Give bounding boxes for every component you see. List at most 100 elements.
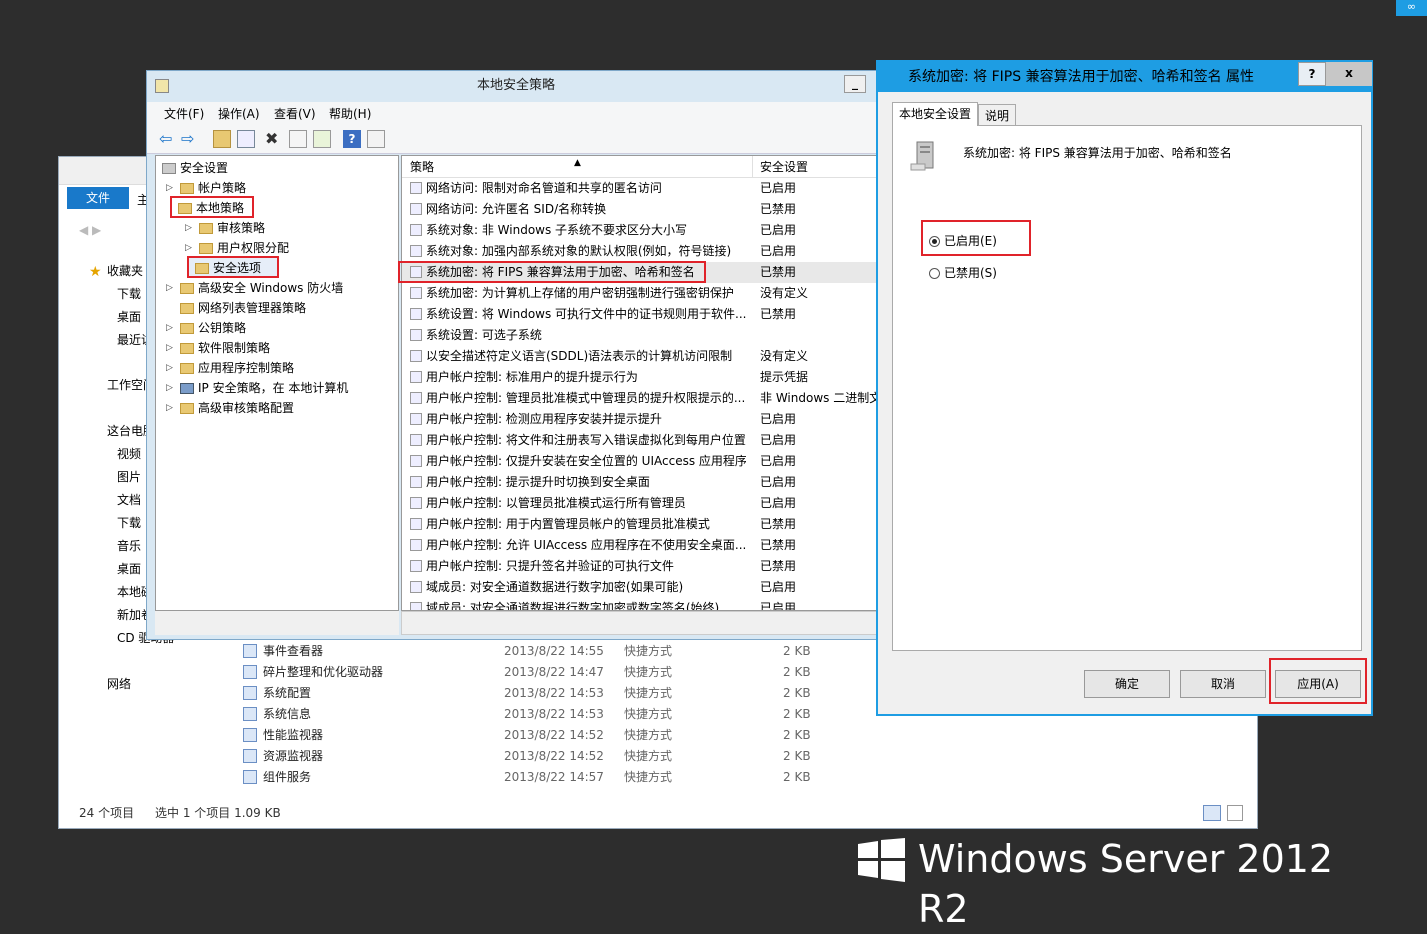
nav-item-pictures[interactable]: 图片 bbox=[117, 466, 141, 488]
policy-row[interactable]: 系统对象: 非 Windows 子系统不要求区分大小写 已启用 bbox=[402, 220, 876, 241]
nav-item-videos[interactable]: 视频 bbox=[117, 443, 141, 465]
tree-node-network-list[interactable]: 网络列表管理器策略 bbox=[180, 298, 306, 318]
policy-row[interactable]: 用户帐户控制: 以管理员批准模式运行所有管理员 已启用 bbox=[402, 493, 876, 514]
file-row[interactable]: 碎片整理和优化驱动器 2013/8/22 14:47 快捷方式 2 KB bbox=[241, 662, 941, 683]
tree-node-local-policies[interactable]: 本地策略 bbox=[170, 196, 255, 218]
mmc-icon[interactable] bbox=[367, 130, 385, 148]
file-type: 快捷方式 bbox=[624, 749, 673, 763]
expand-arrow-icon[interactable]: ▷ bbox=[166, 338, 173, 358]
file-row[interactable]: 资源监视器 2013/8/22 14:52 快捷方式 2 KB bbox=[241, 746, 941, 767]
back-icon[interactable]: ⇦ bbox=[159, 130, 177, 148]
help-icon[interactable]: ? bbox=[343, 130, 361, 148]
policy-row[interactable]: 系统对象: 加强内部系统对象的默认权限(例如，符号链接) 已启用 bbox=[402, 241, 876, 262]
tiles-view-icon[interactable] bbox=[1227, 805, 1243, 821]
menu-action[interactable]: 操作(A) bbox=[218, 105, 260, 122]
file-row[interactable]: 事件查看器 2013/8/22 14:55 快捷方式 2 KB bbox=[241, 641, 941, 662]
cancel-button[interactable]: 取消 bbox=[1180, 670, 1266, 698]
nav-item-desktop2[interactable]: 桌面 bbox=[117, 558, 141, 580]
policy-row[interactable]: 以安全描述符定义语言(SDDL)语法表示的计算机访问限制 没有定义 bbox=[402, 346, 876, 367]
shortcut-icon bbox=[243, 728, 257, 742]
tree-node-firewall[interactable]: ▷ 高级安全 Windows 防火墙 bbox=[166, 278, 343, 298]
column-header-setting[interactable]: 安全设置 bbox=[760, 156, 808, 178]
policy-row[interactable]: 用户帐户控制: 检测应用程序安装并提示提升 已启用 bbox=[402, 409, 876, 430]
minimize-button[interactable]: _ bbox=[844, 75, 866, 93]
policy-row[interactable]: 用户帐户控制: 提示提升时切换到安全桌面 已启用 bbox=[402, 472, 876, 493]
nav-item-music[interactable]: 音乐 bbox=[117, 535, 141, 557]
expand-arrow-icon[interactable]: ▷ bbox=[166, 178, 173, 198]
ribbon-file-tab[interactable]: 文件 bbox=[67, 187, 129, 209]
policy-row[interactable]: 用户帐户控制: 允许 UIAccess 应用程序在不使用安全桌面... 已禁用 bbox=[402, 535, 876, 556]
policy-name: 系统对象: 加强内部系统对象的默认权限(例如，符号链接) bbox=[426, 244, 732, 258]
expand-arrow-icon[interactable]: ▷ bbox=[185, 218, 192, 238]
expand-arrow-icon[interactable]: ▷ bbox=[166, 398, 173, 418]
delete-icon[interactable]: ✖ bbox=[265, 130, 283, 148]
horizontal-scrollbar[interactable] bbox=[401, 611, 877, 635]
toolbar: ⇦ ⇨ ✖ ? bbox=[147, 124, 885, 154]
policy-row[interactable]: 用户帐户控制: 管理员批准模式中管理员的提升权限提示的... 非 Windows … bbox=[402, 388, 876, 409]
nav-item-network[interactable]: 网络 bbox=[107, 673, 131, 695]
expand-arrow-icon[interactable]: ▷ bbox=[166, 358, 173, 378]
policy-row[interactable]: 网络访问: 允许匿名 SID/名称转换 已禁用 bbox=[402, 199, 876, 220]
ok-button[interactable]: 确定 bbox=[1084, 670, 1170, 698]
nav-item-downloads2[interactable]: 下载 bbox=[117, 512, 141, 534]
nav-item-favorites[interactable]: ★ 收藏夹 bbox=[89, 260, 143, 282]
policy-row[interactable]: 域成员: 对安全通道数据进行数字加密或数字签名(始终) 已启用 bbox=[402, 598, 876, 610]
policy-icon bbox=[410, 602, 422, 610]
expand-arrow-icon[interactable]: ▷ bbox=[185, 238, 192, 258]
file-row[interactable]: 系统配置 2013/8/22 14:53 快捷方式 2 KB bbox=[241, 683, 941, 704]
tree-node-security-options[interactable]: 安全选项 bbox=[187, 256, 280, 278]
policy-icon bbox=[410, 392, 422, 404]
tree-node-software-restriction[interactable]: ▷ 软件限制策略 bbox=[166, 338, 271, 358]
policy-row[interactable]: 系统设置: 将 Windows 可执行文件中的证书规则用于软件... 已禁用 bbox=[402, 304, 876, 325]
nav-item-desktop[interactable]: 桌面 bbox=[117, 306, 141, 328]
file-row[interactable]: 性能监视器 2013/8/22 14:52 快捷方式 2 KB bbox=[241, 725, 941, 746]
tree-node-advanced-audit[interactable]: ▷ 高级审核策略配置 bbox=[166, 398, 294, 418]
up-folder-icon[interactable] bbox=[213, 130, 231, 148]
policy-row[interactable]: 系统加密: 为计算机上存储的用户密钥强制进行强密钥保护 没有定义 bbox=[402, 283, 876, 304]
tree-label: 软件限制策略 bbox=[198, 341, 271, 355]
policy-setting: 已启用 bbox=[760, 181, 797, 195]
menu-view[interactable]: 查看(V) bbox=[274, 105, 316, 122]
close-button[interactable]: x bbox=[1326, 62, 1372, 86]
policy-row[interactable]: 系统设置: 可选子系统 bbox=[402, 325, 876, 346]
details-view-icon[interactable] bbox=[1203, 805, 1221, 821]
policy-icon bbox=[410, 413, 422, 425]
column-header-policy[interactable]: 策略 bbox=[410, 156, 434, 178]
tree-node-security-settings[interactable]: 安全设置 bbox=[162, 158, 228, 178]
policy-row[interactable]: 用户帐户控制: 用于内置管理员帐户的管理员批准模式 已禁用 bbox=[402, 514, 876, 535]
show-hide-tree-icon[interactable] bbox=[237, 130, 255, 148]
tree-node-account-policies[interactable]: ▷ 帐户策略 bbox=[166, 178, 246, 198]
properties-icon[interactable] bbox=[289, 130, 307, 148]
expand-arrow-icon[interactable]: ▷ bbox=[166, 278, 173, 298]
radio-enabled[interactable]: 已启用(E) bbox=[929, 232, 997, 249]
tree-node-public-key[interactable]: ▷ 公钥策略 bbox=[166, 318, 246, 338]
radio-disabled[interactable]: 已禁用(S) bbox=[929, 264, 997, 281]
nav-item-documents[interactable]: 文档 bbox=[117, 489, 141, 511]
tab-local-security-setting[interactable]: 本地安全设置 bbox=[892, 102, 979, 126]
dialog-panel: 系统加密: 将 FIPS 兼容算法用于加密、哈希和签名 已启用(E) 已禁用(S… bbox=[892, 125, 1362, 651]
file-row[interactable]: 系统信息 2013/8/22 14:53 快捷方式 2 KB bbox=[241, 704, 941, 725]
file-size: 2 KB bbox=[783, 749, 811, 763]
export-list-icon[interactable] bbox=[313, 130, 331, 148]
expand-arrow-icon[interactable]: ▷ bbox=[166, 318, 173, 338]
folder-icon bbox=[180, 403, 194, 414]
tree-node-app-control[interactable]: ▷ 应用程序控制策略 bbox=[166, 358, 294, 378]
help-button[interactable]: ? bbox=[1298, 62, 1326, 86]
apply-button[interactable]: 应用(A) bbox=[1275, 670, 1361, 698]
tree-node-ip-security[interactable]: ▷ IP 安全策略，在 本地计算机 bbox=[166, 378, 348, 398]
expand-arrow-icon[interactable]: ▷ bbox=[166, 378, 173, 398]
forward-icon[interactable]: ⇨ bbox=[181, 130, 199, 148]
tree-node-audit-policy[interactable]: ▷ 审核策略 bbox=[185, 218, 265, 238]
menu-file[interactable]: 文件(F) bbox=[164, 105, 204, 122]
policy-row[interactable]: 域成员: 对安全通道数据进行数字加密(如果可能) 已启用 bbox=[402, 577, 876, 598]
menu-help[interactable]: 帮助(H) bbox=[329, 105, 371, 122]
policy-row[interactable]: 用户帐户控制: 标准用户的提升提示行为 提示凭据 bbox=[402, 367, 876, 388]
policy-row[interactable]: 用户帐户控制: 将文件和注册表写入错误虚拟化到每用户位置 已启用 bbox=[402, 430, 876, 451]
tree-node-user-rights[interactable]: ▷ 用户权限分配 bbox=[185, 238, 289, 258]
policy-row[interactable]: 用户帐户控制: 仅提升安装在安全位置的 UIAccess 应用程序 已启用 bbox=[402, 451, 876, 472]
policy-row[interactable]: 网络访问: 限制对命名管道和共享的匿名访问 已启用 bbox=[402, 178, 876, 199]
policy-row[interactable]: 用户帐户控制: 只提升签名并验证的可执行文件 已禁用 bbox=[402, 556, 876, 577]
file-row[interactable]: 组件服务 2013/8/22 14:57 快捷方式 2 KB bbox=[241, 767, 941, 788]
policy-setting: 已禁用 bbox=[760, 307, 797, 321]
nav-item-downloads[interactable]: 下载 bbox=[117, 283, 141, 305]
